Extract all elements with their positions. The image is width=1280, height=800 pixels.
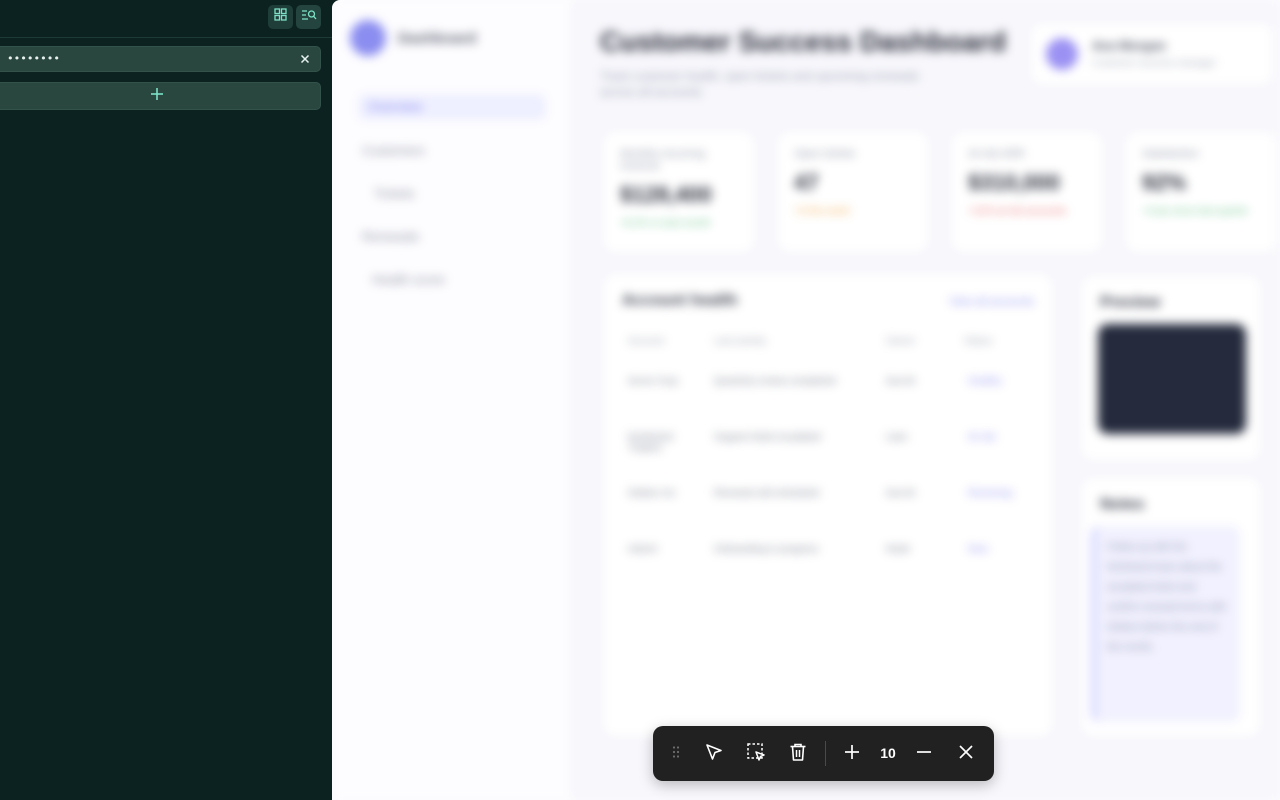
nav-item-overview[interactable]: Overview	[358, 94, 546, 120]
logo	[350, 20, 386, 56]
stat-delta: +3 pts since last quarter	[1142, 206, 1249, 217]
blurred-dashboard: Dashboard Overview Customers Tickets Ren…	[332, 0, 1280, 800]
user-card[interactable]: Ava Morgan Customer success manager	[1032, 24, 1272, 84]
drag-handle-icon	[671, 745, 681, 764]
drag-handle[interactable]	[662, 740, 690, 768]
user-role: Customer success manager	[1092, 58, 1217, 69]
table-cell: Ava M.	[886, 376, 917, 387]
table-cell: Acme Corp	[628, 376, 679, 387]
column-header: Account	[628, 336, 665, 347]
status-badge[interactable]: Renewing	[968, 488, 1012, 499]
delete-button[interactable]	[784, 740, 812, 768]
decrease-button[interactable]	[910, 740, 938, 768]
plus-icon	[150, 87, 164, 106]
area-select-button[interactable]	[742, 740, 770, 768]
stat-delta: +5 this week	[794, 206, 850, 217]
stat-delta: +8.2% vs last month	[620, 218, 711, 229]
avatar	[1046, 38, 1078, 70]
table-cell: Ava M.	[886, 488, 917, 499]
table-cell: Initech	[628, 544, 658, 555]
nav-item-renewals[interactable]: Renewals	[362, 229, 419, 244]
close-icon	[957, 743, 975, 766]
stat-card: At-risk ARR $310,000 +12% at risk accoun…	[952, 132, 1102, 252]
stat-card: Open tickets 47 +5 this week	[778, 132, 928, 252]
dashboard-sidebar: Dashboard Overview Customers Tickets Ren…	[332, 0, 570, 800]
clear-icon[interactable]	[298, 52, 312, 66]
accounts-title: Account health	[622, 292, 738, 309]
stat-value: $128,400	[620, 182, 712, 207]
table-cell: Globex Inc	[628, 488, 676, 499]
table-cell: Onboarding in progress	[714, 544, 819, 555]
password-value: ••••••••	[7, 52, 60, 65]
notes-panel: Notes Follow up with the Northwind team …	[1082, 478, 1260, 736]
accounts-panel: Account health View all accounts Account…	[604, 274, 1052, 736]
stat-card: Monthly recurring revenue $128,400 +8.2%…	[604, 132, 754, 252]
table-cell: Liam	[886, 432, 908, 443]
nav-item-customers[interactable]: Customers	[362, 143, 425, 158]
stat-value: $310,000	[968, 170, 1060, 195]
table-cell: Renewal call scheduled	[714, 488, 820, 499]
stat-label: At-risk ARR	[968, 148, 1025, 160]
stat-label: Monthly recurring revenue	[620, 148, 705, 172]
nav-item-health-score[interactable]: Health score	[372, 272, 445, 287]
stat-delta: +12% at risk accounts	[968, 206, 1067, 217]
left-panel-header	[0, 0, 332, 38]
preview-card	[1098, 324, 1246, 434]
left-panel: ••••••••	[0, 0, 332, 800]
column-header: Owner	[886, 336, 916, 347]
close-button[interactable]	[952, 740, 980, 768]
toolbar-divider	[825, 741, 826, 766]
page-subtitle: Track customer health, open tickets and …	[600, 69, 920, 99]
grid-icon	[274, 8, 287, 26]
stat-card: Satisfaction 92% +3 pts since last quart…	[1126, 132, 1276, 252]
view-all-link[interactable]: View all accounts	[949, 296, 1034, 308]
column-header: Status	[964, 336, 993, 347]
area-select-icon	[746, 742, 766, 767]
notes-text: Follow up with the Northwind team about …	[1092, 526, 1240, 722]
count-value: 10	[880, 745, 896, 761]
grid-view-button[interactable]	[268, 5, 293, 29]
add-item-button[interactable]	[0, 82, 321, 110]
preview-title: Preview	[1100, 294, 1161, 311]
search-list-icon	[301, 8, 317, 26]
table-cell: Support ticket escalated	[714, 432, 821, 443]
status-badge[interactable]: Healthy	[968, 376, 1002, 387]
pointer-icon	[704, 742, 724, 767]
table-cell: Quarterly review completed	[714, 376, 836, 387]
pointer-tool-button[interactable]	[700, 740, 728, 768]
notes-title: Notes	[1100, 496, 1145, 513]
trash-icon	[788, 742, 808, 767]
app-name: Dashboard	[398, 30, 477, 47]
stat-label: Open tickets	[794, 148, 856, 160]
table-cell: Northwind Traders	[628, 432, 674, 454]
dashboard-preview: Dashboard Overview Customers Tickets Ren…	[332, 0, 1280, 800]
minus-icon	[915, 743, 933, 766]
column-header: Last activity	[714, 336, 767, 347]
floating-toolbar: 10	[653, 726, 994, 781]
user-name: Ava Morgan	[1092, 38, 1166, 53]
preview-panel: Preview	[1082, 276, 1260, 460]
stat-label: Satisfaction	[1142, 148, 1199, 160]
stat-value: 92%	[1142, 170, 1187, 195]
stat-value: 47	[794, 170, 819, 195]
password-field[interactable]: ••••••••	[0, 46, 321, 72]
table-cell: Noah	[886, 544, 910, 555]
status-badge[interactable]: New	[968, 544, 988, 555]
nav-item-tickets[interactable]: Tickets	[374, 186, 415, 201]
increase-button[interactable]	[838, 740, 866, 768]
plus-icon	[843, 743, 861, 766]
status-badge[interactable]: At risk	[968, 432, 996, 443]
page-title: Customer Success Dashboard	[600, 26, 1007, 57]
search-list-button[interactable]	[296, 5, 321, 29]
